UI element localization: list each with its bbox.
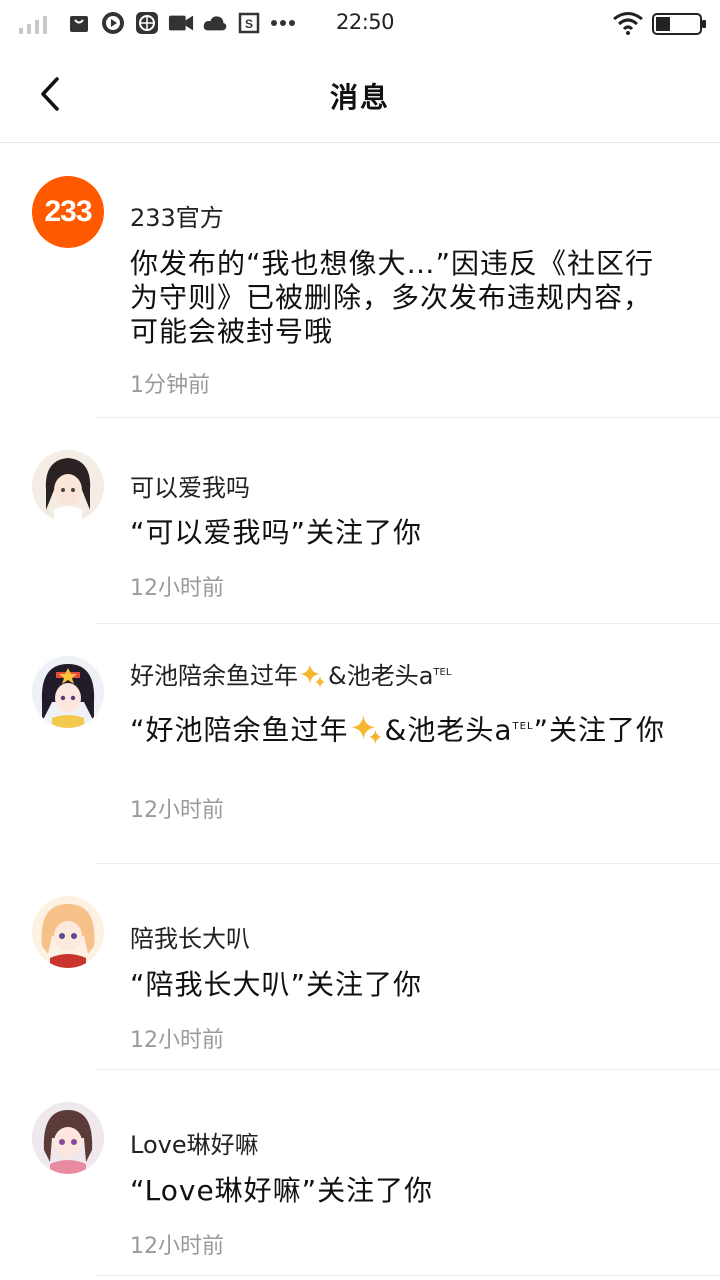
- content-prefix: “好池陪余鱼过年: [130, 713, 349, 747]
- message-content: “陪我长大叭”关注了你: [130, 968, 423, 1001]
- sparkle-icon: [350, 715, 381, 745]
- avatar-illustration: [32, 1102, 104, 1174]
- bag-icon: [66, 10, 92, 36]
- sender-name[interactable]: 好池陪余鱼过年 &池老头aTEL: [130, 656, 451, 692]
- avatar[interactable]: [32, 450, 104, 522]
- status-time: 22:50: [336, 10, 395, 34]
- notification-icons: S: [66, 10, 296, 36]
- video-play-icon: [100, 10, 126, 36]
- top-navigation-bar: 消息: [0, 46, 720, 143]
- message-content: 你发布的“我也想像大…”因违反《社区行为守则》已被删除，多次发布违规内容，可能会…: [130, 247, 655, 348]
- svg-text:S: S: [245, 17, 253, 31]
- s-app-icon: S: [236, 10, 262, 36]
- more-dots-icon: [270, 10, 296, 36]
- list-item[interactable]: Love琳好嘛 “Love琳好嘛”关注了你 12小时前: [0, 1070, 720, 1276]
- message-time: 12小时前: [130, 1234, 224, 1259]
- avatar[interactable]: [32, 656, 104, 728]
- avatar[interactable]: [32, 896, 104, 968]
- message-time: 12小时前: [130, 1028, 224, 1053]
- wifi-icon: [613, 12, 643, 35]
- signal-icon: [19, 16, 47, 34]
- content-sup: TEL: [512, 721, 534, 732]
- globe-icon: [134, 10, 160, 36]
- list-item[interactable]: 可以爱我吗 “可以爱我吗”关注了你 12小时前: [0, 418, 720, 624]
- battery-icon: [652, 13, 706, 35]
- avatar[interactable]: 233: [32, 176, 104, 248]
- sender-name-prefix: 好池陪余鱼过年: [130, 662, 298, 690]
- sender-name[interactable]: 233官方: [130, 198, 224, 233]
- sender-name[interactable]: Love琳好嘛: [130, 1125, 259, 1160]
- avatar-logo-text: 233: [44, 195, 92, 228]
- avatar-illustration: [32, 450, 104, 522]
- sender-name[interactable]: 陪我长大叭: [130, 919, 250, 954]
- list-item[interactable]: 陪我长大叭 “陪我长大叭”关注了你 12小时前: [0, 864, 720, 1070]
- divider: [96, 1275, 720, 1276]
- sender-name[interactable]: 可以爱我吗: [130, 468, 250, 503]
- list-item[interactable]: 233 233官方 你发布的“我也想像大…”因违反《社区行为守则》已被删除，多次…: [0, 143, 720, 418]
- sender-name-suffix: &池老头a: [328, 662, 434, 690]
- sparkle-icon: [300, 664, 325, 688]
- message-time: 1分钟前: [130, 373, 210, 398]
- message-list: 233 233官方 你发布的“我也想像大…”因违反《社区行为守则》已被删除，多次…: [0, 143, 720, 1276]
- message-content: “Love琳好嘛”关注了你: [130, 1174, 434, 1207]
- list-item[interactable]: 好池陪余鱼过年 &池老头aTEL “好池陪余鱼过年 &池老头aTEL”关注了你 12…: [0, 624, 720, 864]
- message-content: “可以爱我吗”关注了你: [130, 516, 423, 549]
- page-title: 消息: [329, 81, 390, 114]
- sender-name-sup: TEL: [433, 667, 452, 678]
- avatar-illustration: [32, 656, 104, 728]
- camera-icon: [168, 10, 194, 36]
- avatar[interactable]: [32, 1102, 104, 1174]
- content-suffix: &池老头a: [384, 713, 513, 747]
- message-time: 12小时前: [130, 798, 224, 823]
- content-end: ”关注了你: [533, 713, 666, 747]
- cloud-icon: [202, 10, 228, 36]
- avatar-illustration: [32, 896, 104, 968]
- status-bar: S 22:50: [0, 0, 720, 46]
- message-time: 12小时前: [130, 576, 224, 601]
- message-content: “好池陪余鱼过年 &池老头aTEL”关注了你: [130, 710, 670, 749]
